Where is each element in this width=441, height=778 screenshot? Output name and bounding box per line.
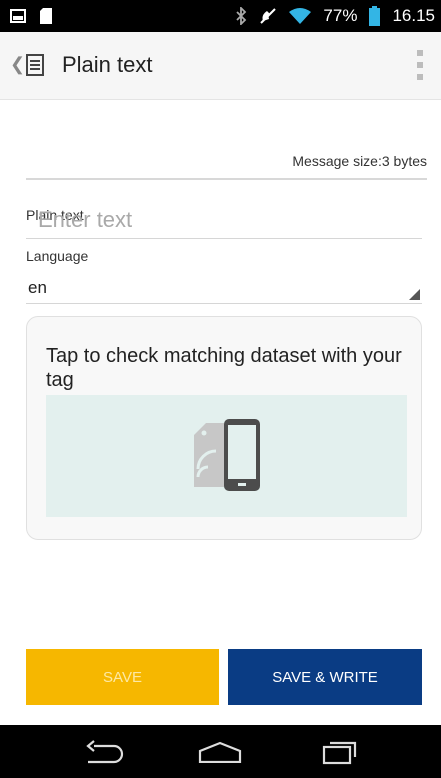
divider <box>26 178 427 180</box>
battery-icon <box>369 6 381 26</box>
page-title: Plain text <box>62 52 153 77</box>
status-bar: 77% 16.15 <box>0 0 441 32</box>
battery-percent: 77% <box>323 6 358 25</box>
save-and-write-button[interactable]: SAVE & WRITE <box>228 649 422 705</box>
action-bar: ❮ Plain text <box>0 32 441 100</box>
language-spinner[interactable]: en <box>26 272 422 302</box>
status-system: 77% 16.15 <box>235 0 435 32</box>
language-label: Language <box>26 248 89 264</box>
home-icon <box>198 741 242 763</box>
save-button[interactable]: SAVE <box>26 649 219 705</box>
back-button[interactable] <box>75 737 135 767</box>
plain-text-input[interactable] <box>38 205 408 235</box>
home-button[interactable] <box>190 737 250 767</box>
recents-button[interactable] <box>310 737 370 767</box>
overflow-menu-icon[interactable] <box>417 50 423 80</box>
wifi-icon <box>289 8 312 24</box>
clock: 16.15 <box>392 6 435 25</box>
mute-icon <box>260 8 277 24</box>
card-illustration <box>46 395 407 517</box>
check-dataset-card[interactable]: Tap to check matching dataset with your … <box>26 316 422 540</box>
document-icon[interactable] <box>26 54 44 76</box>
up-chevron-icon[interactable]: ❮ <box>10 54 25 75</box>
language-underline <box>26 303 422 304</box>
bluetooth-icon <box>236 7 247 25</box>
navigation-bar <box>0 725 441 778</box>
status-notifications <box>10 8 52 24</box>
recents-icon <box>322 741 357 765</box>
plain-text-underline <box>26 238 422 239</box>
language-value: en <box>28 278 47 297</box>
sd-card-icon <box>40 8 52 24</box>
card-instruction: Tap to check matching dataset with your … <box>46 345 402 391</box>
back-icon <box>86 740 124 764</box>
nfc-phone-tag-icon <box>194 419 260 491</box>
message-size: Message size:3 bytes <box>292 153 427 169</box>
spinner-arrow-icon <box>409 289 420 300</box>
image-notification-icon <box>10 9 26 23</box>
